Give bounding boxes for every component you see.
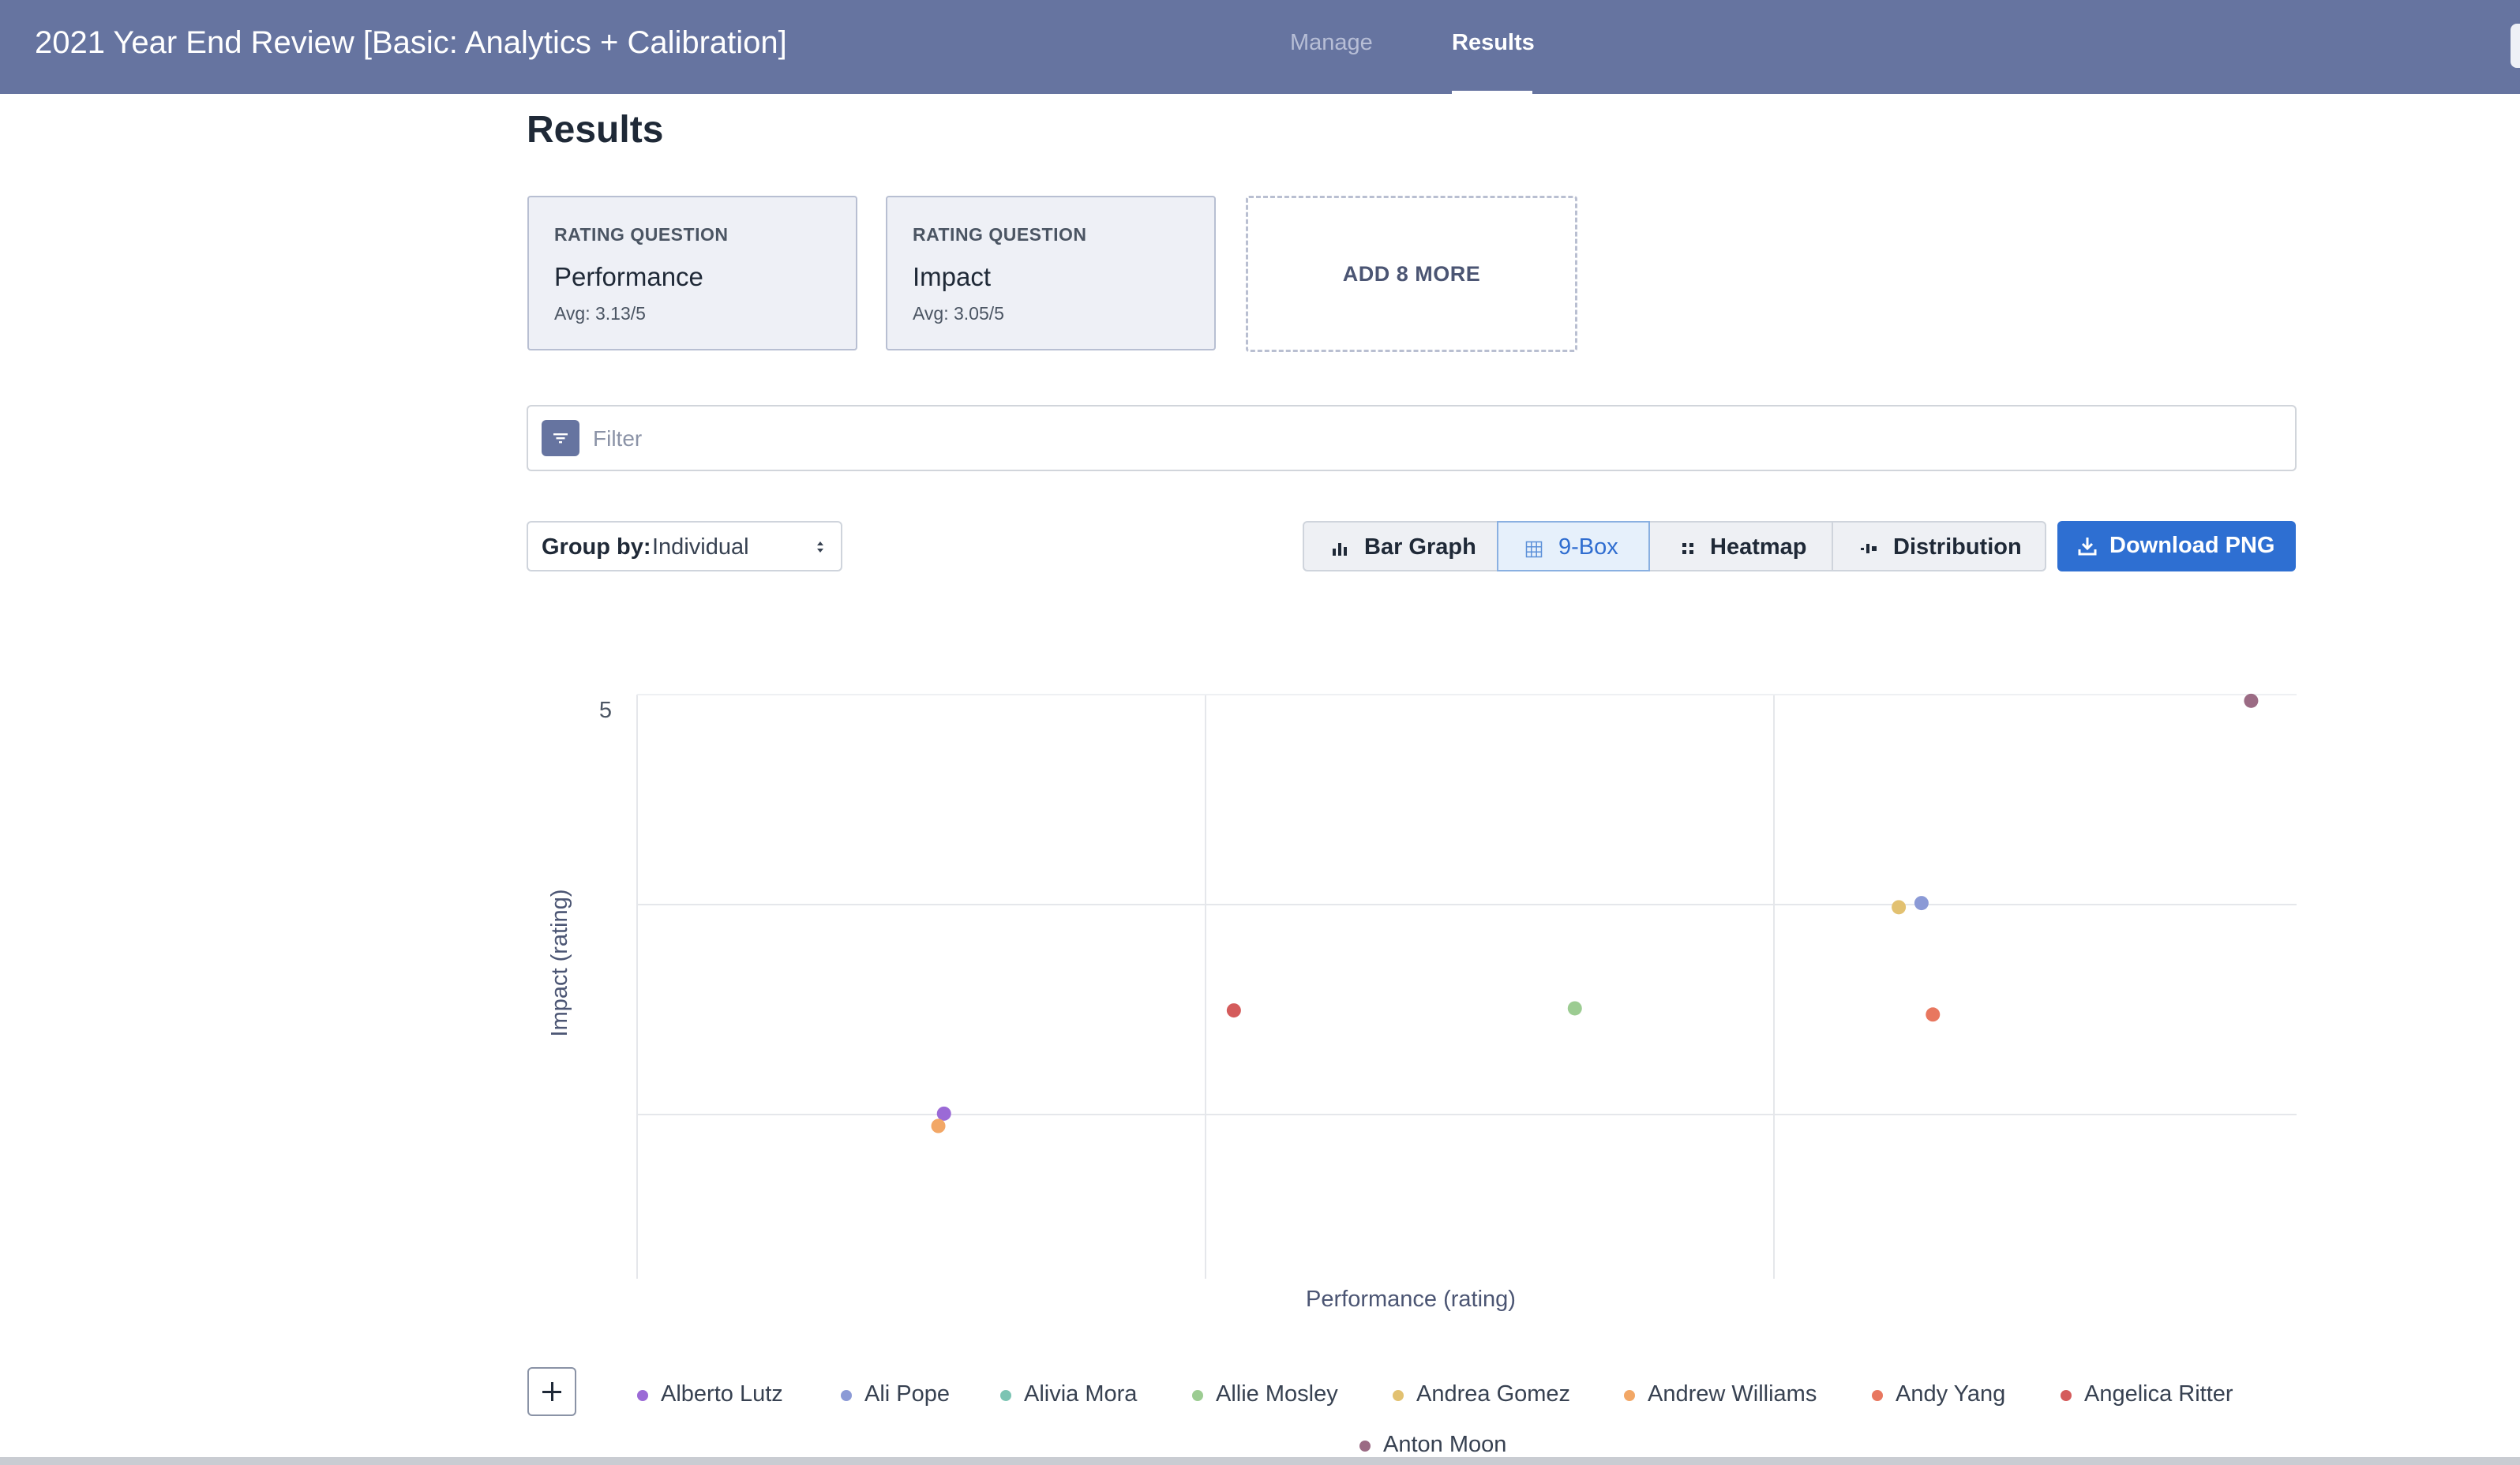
view-9-box-button[interactable]: 9-Box	[1497, 521, 1650, 571]
data-point-alberto-lutz[interactable]	[936, 1106, 951, 1121]
data-point-ali-pope[interactable]	[1914, 896, 1929, 911]
nine-box-chart: 5 Impact (rating) Performance (rating)	[547, 693, 2297, 1312]
legend-label: Alivia Mora	[1024, 1381, 1138, 1407]
legend-dot-icon	[1000, 1390, 1011, 1401]
legend-dot-icon	[1393, 1390, 1404, 1401]
data-point-andrew-williams[interactable]	[931, 1118, 946, 1133]
y-tick-label: 5	[599, 698, 612, 723]
data-point-allie-mosley[interactable]	[1567, 1001, 1582, 1016]
data-point-andrea-gomez[interactable]	[1892, 900, 1907, 915]
legend-label: Anton Moon	[1383, 1432, 1507, 1457]
legend-dot-icon	[1192, 1390, 1203, 1401]
legend-dot-icon	[1624, 1390, 1635, 1401]
chart-grid	[636, 694, 2297, 1279]
data-point-anton-moon[interactable]	[2244, 693, 2259, 708]
legend-label: Andrea Gomez	[1416, 1381, 1571, 1407]
legend-dot-icon	[1359, 1441, 1371, 1452]
view-label: 9-Box	[1558, 534, 1618, 560]
legend-add-button[interactable]	[527, 1367, 576, 1416]
data-points	[931, 693, 2259, 1133]
horizontal-scrollbar[interactable]	[0, 1457, 2520, 1465]
legend-label: Ali Pope	[864, 1381, 951, 1407]
legend-label: Andrew Williams	[1648, 1381, 1817, 1407]
legend-dot-icon	[637, 1390, 648, 1401]
x-axis-label: Performance (rating)	[1306, 1287, 1516, 1312]
legend-label: Angelica Ritter	[2084, 1381, 2233, 1407]
data-point-angelica-ritter[interactable]	[1226, 1003, 1241, 1018]
legend-dot-icon	[841, 1390, 852, 1401]
legend-dot-icon	[1872, 1390, 1883, 1401]
data-point-andy-yang[interactable]	[1926, 1007, 1941, 1022]
legend-dot-icon	[2061, 1390, 2072, 1401]
legend-label: Andy Yang	[1896, 1381, 2006, 1407]
legend-label: Alberto Lutz	[661, 1381, 783, 1407]
y-axis-label: Impact (rating)	[547, 890, 572, 1037]
legend-label: Allie Mosley	[1216, 1381, 1338, 1407]
grid-icon	[1525, 541, 1543, 558]
